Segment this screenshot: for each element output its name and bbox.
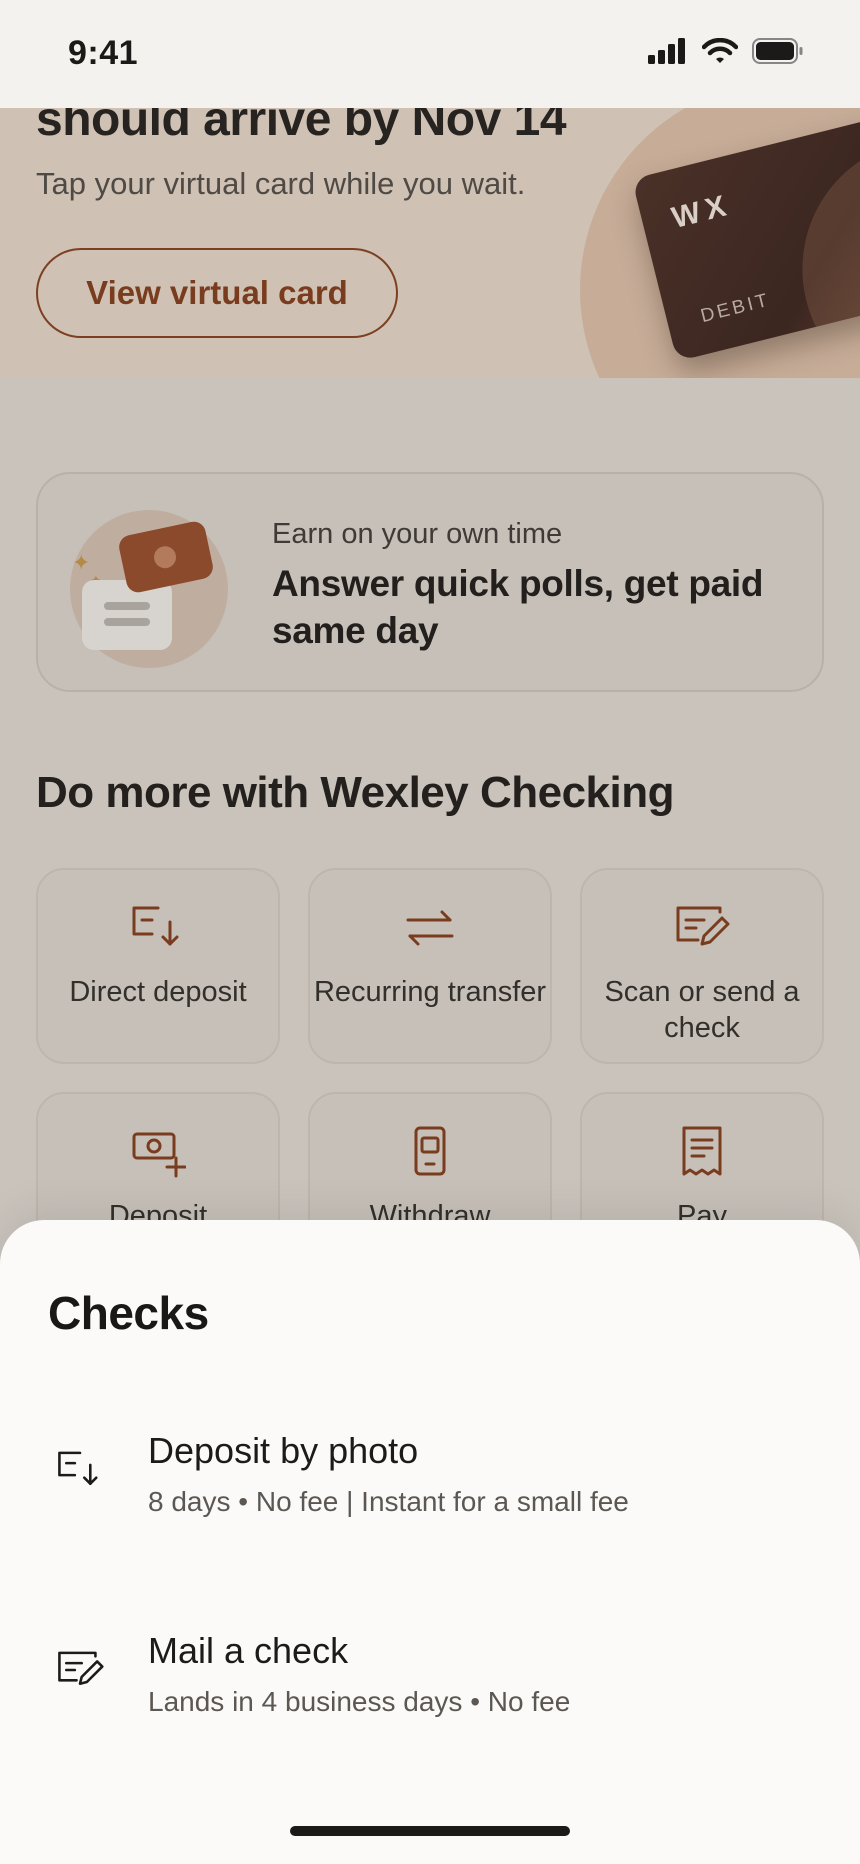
- check-edit-icon: [58, 1651, 104, 1685]
- earn-card-title: Answer quick polls, get paid same day: [272, 563, 764, 651]
- earn-card-kicker: Earn on your own time: [272, 518, 563, 550]
- tile-scan-send-check[interactable]: Scan or send a check: [580, 868, 824, 1064]
- wifi-icon: [702, 38, 738, 63]
- wallet-icon: [116, 519, 216, 595]
- option-subtitle: Lands in 4 business days • No fee: [148, 1686, 571, 1717]
- section-title: Do more with Wexley Checking: [36, 768, 675, 817]
- option-title: Mail a check: [148, 1630, 349, 1671]
- earn-polls-card[interactable]: ✦ ✦ Earn on your own time Answer quick p…: [36, 472, 824, 692]
- home-indicator[interactable]: [290, 1826, 570, 1836]
- hero-subtitle: Tap your virtual card while you wait.: [36, 166, 526, 201]
- tile-label: Scan or send a check: [604, 976, 800, 1044]
- poll-sheet-icon: [82, 580, 172, 650]
- status-time: 9:41: [68, 34, 139, 72]
- cellular-signal-icon: [648, 38, 685, 64]
- direct-deposit-icon: [132, 906, 179, 946]
- option-title: Deposit by photo: [148, 1430, 419, 1471]
- phone-withdraw-icon: [414, 1126, 446, 1176]
- option-subtitle: 8 days • No fee | Instant for a small fe…: [148, 1486, 629, 1517]
- tile-recurring-transfer[interactable]: Recurring transfer: [308, 868, 552, 1064]
- wallet-illustration-icon: ✦ ✦: [70, 510, 228, 668]
- checks-bottom-sheet: Checks Deposit by photo 8 days • No fee …: [0, 1220, 860, 1864]
- card-logo: WX: [668, 188, 736, 235]
- sheet-title: Checks: [48, 1287, 209, 1339]
- check-edit-icon: [676, 906, 730, 946]
- tile-label: Direct deposit: [69, 976, 247, 1008]
- direct-deposit-icon: [58, 1451, 98, 1485]
- battery-icon: [752, 38, 803, 64]
- view-virtual-card-button[interactable]: View virtual card: [36, 248, 398, 338]
- status-bar: 9:41: [0, 0, 860, 108]
- tile-label: Recurring transfer: [313, 976, 547, 1008]
- receipt-icon: [682, 1126, 722, 1176]
- cash-deposit-icon: [132, 1132, 186, 1178]
- transfer-arrows-icon: [406, 910, 454, 946]
- tile-direct-deposit[interactable]: Direct deposit: [36, 868, 280, 1064]
- status-icons: [648, 38, 804, 64]
- deposit-by-photo-option[interactable]: Deposit by photo 8 days • No fee | Insta…: [0, 1430, 860, 1570]
- mail-a-check-option[interactable]: Mail a check Lands in 4 business days • …: [0, 1630, 860, 1770]
- card-type-label: DEBIT: [698, 289, 773, 328]
- sparkle-icon: ✦: [72, 550, 91, 575]
